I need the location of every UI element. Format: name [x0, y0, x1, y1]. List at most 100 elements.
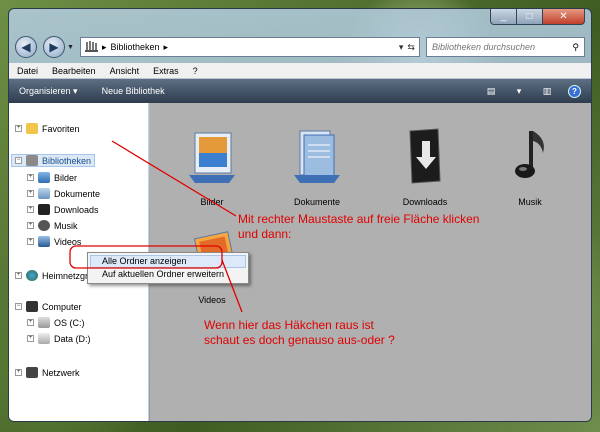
- expand-icon[interactable]: +: [27, 238, 34, 245]
- expand-icon[interactable]: +: [27, 335, 34, 342]
- nav-label: Netzwerk: [42, 367, 80, 378]
- preview-pane-icon[interactable]: ▥: [540, 85, 554, 97]
- windows-drive-icon: [38, 317, 50, 328]
- nav-label: Videos: [54, 236, 82, 247]
- context-menu-show-all-folders[interactable]: Alle Ordner anzeigen: [90, 255, 246, 268]
- nav-label: Downloads: [54, 204, 99, 215]
- nav-label: Bibliotheken: [42, 155, 92, 166]
- libraries-icon: [84, 40, 98, 54]
- recent-pages-chevron-icon[interactable]: ▼: [67, 44, 74, 51]
- tile-label: Bilder: [200, 197, 224, 207]
- minimize-button[interactable]: _: [490, 9, 516, 25]
- library-tile-documents[interactable]: Dokumente: [277, 125, 357, 207]
- breadcrumb-chevron-icon[interactable]: ▸: [164, 42, 169, 53]
- nav-label: Dokumente: [54, 188, 101, 199]
- expand-icon[interactable]: +: [27, 190, 34, 197]
- nav-favorites[interactable]: + Favoriten: [15, 123, 80, 134]
- address-row: ◀ ▶ ▼ ▸ Bibliotheken ▸ ▾ ⇆ ⚲: [15, 35, 585, 59]
- address-dropdown-icon[interactable]: ▾: [399, 42, 404, 53]
- expand-icon[interactable]: +: [15, 369, 22, 376]
- nav-item-downloads[interactable]: + Downloads: [27, 204, 99, 215]
- collapse-icon[interactable]: −: [15, 303, 22, 310]
- pictures-library-icon: [181, 125, 243, 187]
- nav-label: Musik: [54, 220, 78, 231]
- nav-label: Data (D:): [54, 333, 91, 344]
- expand-icon[interactable]: +: [15, 125, 22, 132]
- organize-button[interactable]: Organisieren ▾: [19, 86, 78, 97]
- forward-button[interactable]: ▶: [43, 36, 65, 58]
- library-tile-music[interactable]: Musik: [490, 125, 570, 207]
- view-options-icon[interactable]: ▤: [484, 85, 498, 97]
- context-menu-expand-to-current-folder[interactable]: Auf aktuellen Ordner erweitern: [88, 268, 248, 281]
- nav-item-videos[interactable]: + Videos: [27, 236, 81, 247]
- nav-item-pictures[interactable]: + Bilder: [27, 172, 77, 183]
- menu-tools[interactable]: Extras: [153, 66, 179, 76]
- menu-help[interactable]: ?: [193, 66, 198, 76]
- tile-label: Downloads: [402, 197, 448, 207]
- annotation-note-2: Wenn hier das Häkchen raus ist schaut es…: [204, 318, 395, 348]
- annotation-text: schaut es doch genauso aus-oder ?: [204, 333, 395, 347]
- view-chevron-icon[interactable]: ▾: [512, 85, 526, 97]
- search-icon[interactable]: ⚲: [572, 42, 579, 53]
- annotation-text: Wenn hier das Häkchen raus ist: [204, 318, 374, 332]
- nav-computer[interactable]: − Computer: [15, 301, 82, 312]
- library-tile-pictures[interactable]: Bilder: [172, 125, 252, 207]
- network-icon: [26, 367, 38, 378]
- tile-label: Videos: [198, 295, 226, 305]
- breadcrumb-libraries[interactable]: Bibliotheken: [110, 42, 159, 52]
- expand-icon[interactable]: +: [27, 174, 34, 181]
- expand-icon[interactable]: +: [27, 319, 34, 326]
- pictures-icon: [38, 172, 50, 183]
- menu-bar: Datei Bearbeiten Ansicht Extras ?: [9, 63, 591, 79]
- tile-label: Dokumente: [293, 197, 341, 207]
- star-icon: [26, 123, 38, 134]
- nav-label: Computer: [42, 301, 82, 312]
- music-library-icon: [499, 125, 561, 187]
- downloads-library-icon: [394, 125, 456, 187]
- download-arrow-icon: [38, 204, 50, 215]
- back-arrow-icon: ◀: [21, 40, 31, 54]
- new-library-button[interactable]: Neue Bibliothek: [102, 86, 165, 96]
- nav-item-documents[interactable]: + Dokumente: [27, 188, 100, 199]
- context-menu: Alle Ordner anzeigen Auf aktuellen Ordne…: [87, 252, 249, 284]
- collapse-icon[interactable]: −: [15, 157, 22, 164]
- breadcrumb-separator-icon[interactable]: ▸: [102, 42, 107, 53]
- nav-label: OS (C:): [54, 317, 85, 328]
- refresh-icon[interactable]: ⇆: [407, 42, 415, 53]
- homegroup-icon: [26, 270, 38, 281]
- computer-icon: [26, 301, 38, 312]
- annotation-text: Mit rechter Maustaste auf freie Fläche k…: [238, 212, 480, 226]
- menu-edit[interactable]: Bearbeiten: [52, 66, 96, 76]
- documents-library-icon: [286, 125, 348, 187]
- back-button[interactable]: ◀: [15, 36, 37, 58]
- command-bar: Organisieren ▾ Neue Bibliothek ▤ ▾ ▥ ?: [9, 79, 591, 103]
- expand-icon[interactable]: +: [15, 272, 22, 279]
- search-input[interactable]: [431, 42, 562, 52]
- organize-label: Organisieren: [19, 85, 71, 96]
- libraries-icon: [26, 155, 38, 166]
- help-icon[interactable]: ?: [568, 84, 581, 98]
- forward-arrow-icon: ▶: [49, 40, 59, 54]
- nav-item-music[interactable]: + Musik: [27, 220, 78, 231]
- nav-label: Favoriten: [42, 123, 80, 134]
- expand-icon[interactable]: +: [27, 206, 34, 213]
- tile-label: Musik: [518, 197, 542, 207]
- address-bar[interactable]: ▸ Bibliotheken ▸ ▾ ⇆: [79, 37, 420, 57]
- maximize-button[interactable]: □: [516, 9, 542, 25]
- close-button[interactable]: ✕: [542, 9, 585, 25]
- nav-drive-d[interactable]: + Data (D:): [27, 333, 91, 344]
- video-icon: [38, 236, 50, 247]
- nav-network[interactable]: + Netzwerk: [15, 367, 80, 378]
- documents-icon: [38, 188, 50, 199]
- annotation-note-1: Mit rechter Maustaste auf freie Fläche k…: [238, 212, 479, 242]
- music-note-icon: [38, 220, 50, 231]
- nav-drive-c[interactable]: + OS (C:): [27, 317, 85, 328]
- expand-icon[interactable]: +: [27, 222, 34, 229]
- library-tile-downloads[interactable]: Downloads: [385, 125, 465, 207]
- window-controls: _ □ ✕: [490, 9, 585, 25]
- menu-view[interactable]: Ansicht: [110, 66, 140, 76]
- menu-file[interactable]: Datei: [17, 66, 38, 76]
- drive-icon: [38, 333, 50, 344]
- nav-libraries[interactable]: − Bibliotheken: [11, 154, 96, 167]
- annotation-text: und dann:: [238, 227, 292, 241]
